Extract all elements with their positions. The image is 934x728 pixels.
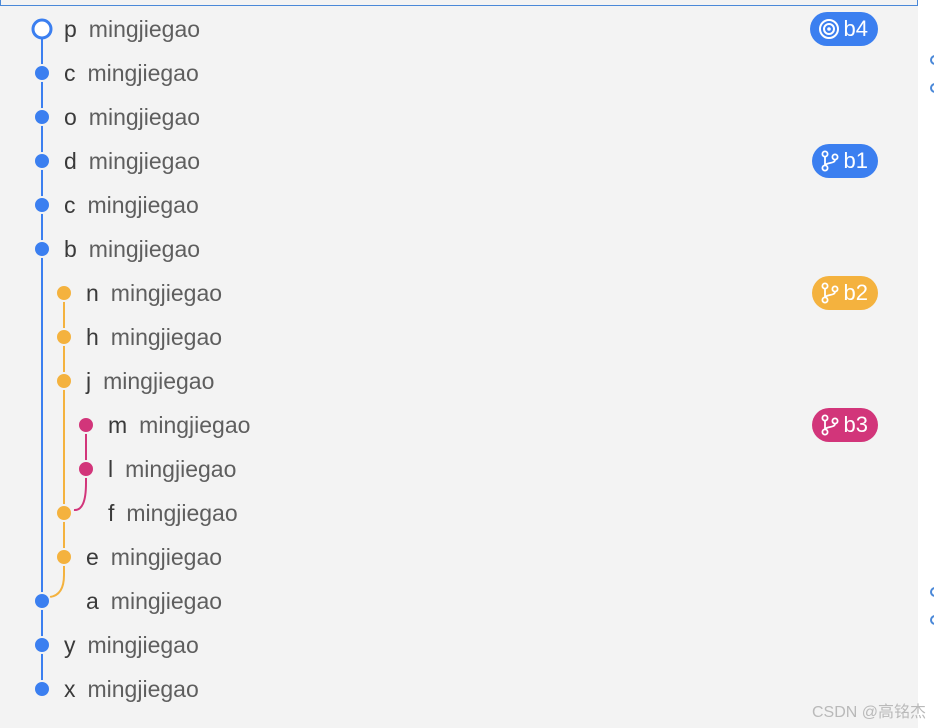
commit-author: mingjiegao bbox=[103, 368, 215, 394]
branch-icon bbox=[821, 414, 839, 436]
commit-subject: y bbox=[64, 632, 76, 658]
commit-row[interactable]: d mingjiegao bbox=[0, 139, 918, 183]
commit-subject: a bbox=[86, 588, 99, 614]
commit-subject: x bbox=[64, 676, 76, 702]
commit-row[interactable]: m mingjiegao bbox=[0, 403, 918, 447]
watermark: CSDN @高铭杰 bbox=[811, 704, 926, 721]
commit-subject: l bbox=[108, 456, 114, 482]
commit-author: mingjiegao bbox=[87, 60, 199, 86]
commit-author: mingjiegao bbox=[110, 280, 223, 306]
commit-subject: c bbox=[64, 192, 76, 218]
target-icon bbox=[818, 19, 839, 39]
commit-author: mingjiegao bbox=[110, 544, 223, 570]
commit-row[interactable]: p mingjiegao bbox=[0, 7, 918, 51]
commit-subject: e bbox=[86, 544, 99, 570]
commit-subject: p bbox=[64, 16, 77, 42]
commit-author: mingjiegao bbox=[88, 148, 201, 174]
branch-icon bbox=[821, 282, 839, 304]
scroll-marker bbox=[930, 55, 934, 65]
commit-author: mingjiegao bbox=[87, 676, 199, 702]
commit-subject: h bbox=[86, 324, 99, 350]
commit-subject: m bbox=[108, 412, 128, 438]
commit-author: mingjiegao bbox=[87, 632, 199, 658]
commit-row[interactable]: n mingjiegao bbox=[0, 271, 918, 315]
branch-badge[interactable]: b3 bbox=[811, 408, 878, 442]
commit-subject: j bbox=[86, 368, 92, 394]
scroll-marker bbox=[930, 83, 934, 93]
commit-row[interactable]: c mingjiegao bbox=[0, 51, 918, 95]
branch-label: b3 bbox=[843, 412, 868, 437]
commit-row[interactable]: x mingjiegao bbox=[0, 667, 918, 711]
scrollbar-markers bbox=[926, 0, 934, 728]
commit-row[interactable]: c mingjiegao bbox=[0, 183, 918, 227]
commit-row[interactable]: f mingjiegao bbox=[0, 491, 918, 535]
commit-row[interactable]: j mingjiegao bbox=[0, 359, 918, 403]
branch-label: b1 bbox=[843, 148, 868, 173]
branch-badge[interactable]: b2 bbox=[811, 276, 878, 310]
commit-author: mingjiegao bbox=[139, 412, 251, 438]
commit-subject: f bbox=[108, 500, 115, 526]
commit-author: mingjiegao bbox=[125, 456, 237, 482]
commit-subject: n bbox=[86, 280, 99, 306]
branch-icon bbox=[821, 150, 839, 172]
commit-row[interactable]: l mingjiegao bbox=[0, 447, 918, 491]
scroll-marker bbox=[930, 587, 934, 597]
branch-label: b2 bbox=[843, 280, 868, 305]
commit-row[interactable]: o mingjiegao bbox=[0, 95, 918, 139]
scroll-marker bbox=[930, 615, 934, 625]
commit-subject: o bbox=[64, 104, 77, 130]
commit-author: mingjiegao bbox=[110, 588, 223, 614]
commit-author: mingjiegao bbox=[88, 104, 201, 130]
commit-author: mingjiegao bbox=[126, 500, 238, 526]
branch-badge[interactable]: b1 bbox=[811, 144, 878, 178]
commit-graph-panel: p mingjiegao c mingjiegao o mingjiegao d mingji… bbox=[0, 0, 918, 728]
commit-row[interactable]: e mingjiegao bbox=[0, 535, 918, 579]
commit-row[interactable]: y mingjiegao bbox=[0, 623, 918, 667]
branch-label: b4 bbox=[843, 16, 868, 41]
commit-row[interactable]: h mingjiegao bbox=[0, 315, 918, 359]
commit-author: mingjiegao bbox=[88, 236, 201, 262]
commit-subject: b bbox=[64, 236, 77, 262]
commit-author: mingjiegao bbox=[87, 192, 199, 218]
commit-row[interactable]: a mingjiegao bbox=[0, 579, 918, 623]
commit-row[interactable]: b mingjiegao bbox=[0, 227, 918, 271]
branch-badge[interactable]: b4 bbox=[809, 12, 878, 46]
commit-subject: d bbox=[64, 148, 77, 174]
commit-author: mingjiegao bbox=[88, 16, 201, 42]
commit-author: mingjiegao bbox=[110, 324, 223, 350]
commit-subject: c bbox=[64, 60, 76, 86]
